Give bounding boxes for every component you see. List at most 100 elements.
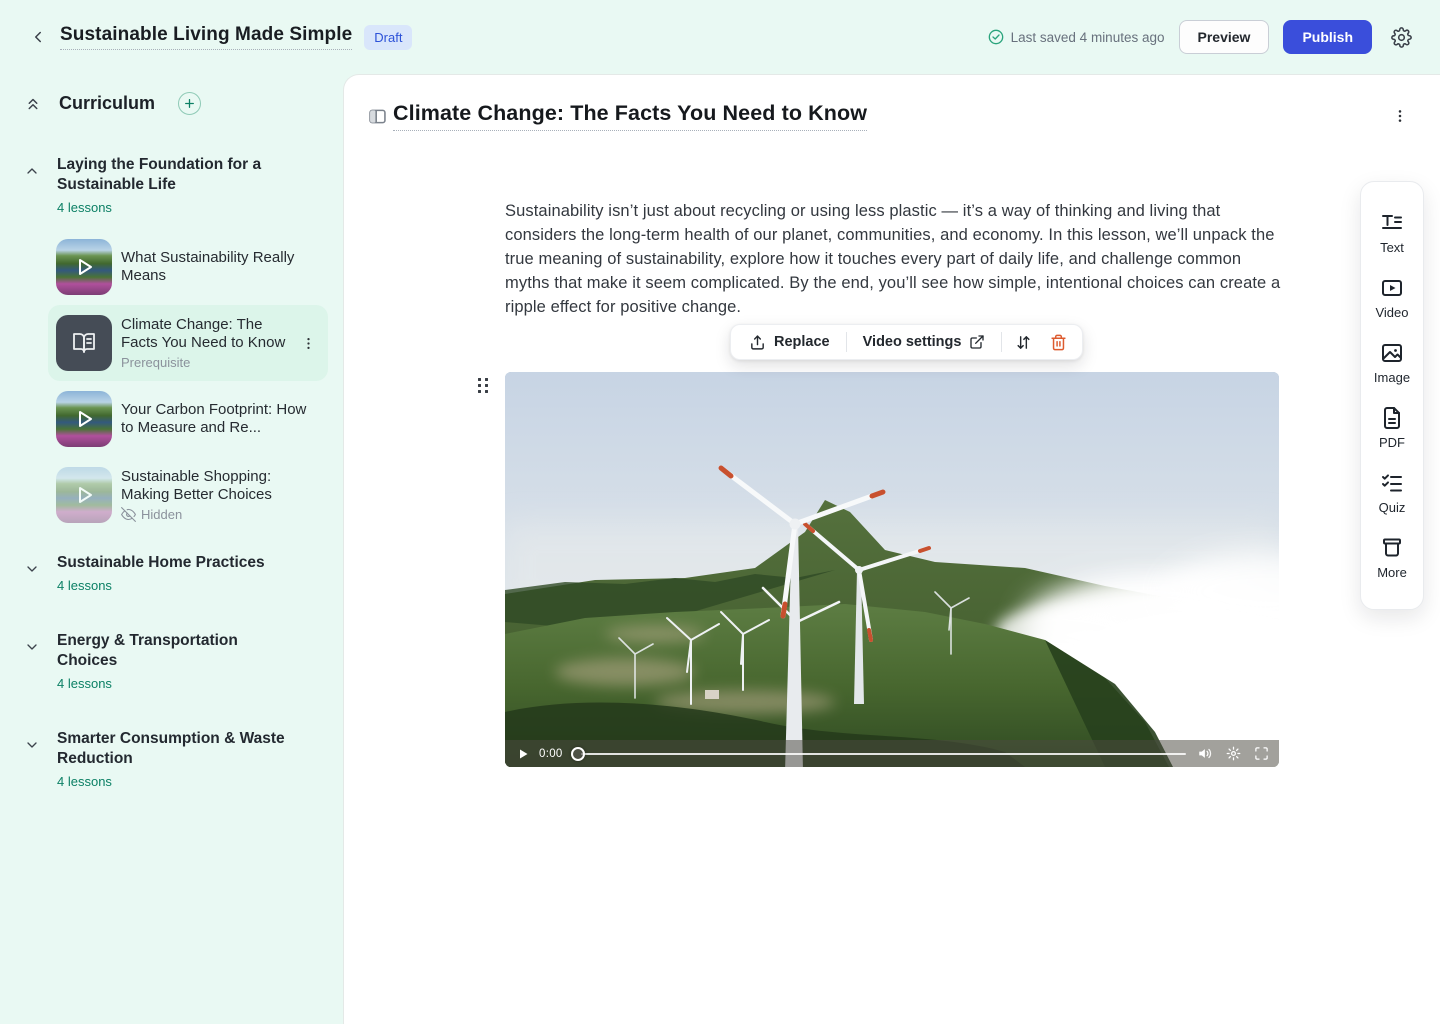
move-block-button[interactable]: [1006, 328, 1041, 357]
section-lesson-count: 4 lessons: [57, 774, 297, 789]
kebab-menu-icon: [1392, 108, 1408, 124]
panel-left-icon: [367, 106, 388, 127]
fullscreen-button[interactable]: [1252, 744, 1271, 763]
seek-bar[interactable]: [571, 747, 1186, 761]
lesson-title: Sustainable Shopping: Making Better Choi…: [121, 468, 320, 504]
toolbar-divider: [846, 332, 847, 352]
topbar: Sustainable Living Made Simple Draft Las…: [0, 0, 1440, 74]
volume-button[interactable]: [1196, 744, 1215, 763]
chevron-down-icon[interactable]: [24, 561, 40, 577]
save-status: Last saved 4 minutes ago: [988, 29, 1165, 45]
eye-off-icon: [121, 507, 136, 522]
quiz-checklist-icon: [1380, 471, 1404, 495]
play-icon: [71, 254, 97, 280]
settings-button[interactable]: [1386, 22, 1416, 52]
section-title: Smarter Consumption & Waste Reduction: [57, 729, 297, 769]
insert-pdf-button[interactable]: PDF: [1379, 406, 1405, 450]
trash-icon: [1050, 334, 1067, 351]
publish-button[interactable]: Publish: [1283, 20, 1372, 54]
fullscreen-icon: [1254, 746, 1269, 761]
video-icon: [1380, 276, 1404, 300]
external-link-icon: [969, 334, 985, 350]
lesson-intro-text[interactable]: Sustainability isn’t just about recyclin…: [505, 199, 1281, 319]
back-button[interactable]: [24, 23, 52, 51]
reading-lesson-tile: [56, 315, 112, 371]
replace-video-button[interactable]: Replace: [737, 328, 842, 357]
section-title: Laying the Foundation for a Sustainable …: [57, 155, 297, 195]
insert-text-button[interactable]: Text: [1380, 211, 1404, 255]
plus-icon: [183, 97, 196, 110]
video-thumbnail: [56, 391, 112, 447]
lesson-options-button[interactable]: [297, 332, 320, 355]
lesson-item-2-selected[interactable]: Climate Change: The Facts You Need to Kn…: [48, 305, 328, 381]
play-icon: [517, 748, 529, 760]
lesson-options-button[interactable]: [1388, 104, 1412, 128]
lesson-page-title[interactable]: Climate Change: The Facts You Need to Kn…: [393, 101, 867, 131]
seek-knob[interactable]: [571, 747, 585, 761]
insert-video-button[interactable]: Video: [1375, 276, 1408, 320]
upload-icon: [749, 334, 766, 351]
video-controls-bar: 0:00: [505, 740, 1279, 767]
course-title[interactable]: Sustainable Living Made Simple: [60, 24, 352, 50]
section-header-4[interactable]: Smarter Consumption & Waste Reduction 4 …: [24, 723, 327, 795]
status-badge: Draft: [364, 25, 412, 50]
lesson-header: Climate Change: The Facts You Need to Kn…: [344, 75, 1440, 131]
chevron-down-icon[interactable]: [24, 639, 40, 655]
video-block-toolbar: Replace Video settings: [730, 324, 1083, 360]
image-icon: [1380, 341, 1404, 365]
lesson-editor-card: Climate Change: The Facts You Need to Kn…: [343, 74, 1440, 1024]
toggle-sidebar-button[interactable]: [363, 102, 391, 130]
kebab-menu-icon: [301, 336, 316, 351]
curriculum-section: Energy & Transportation Choices 4 lesson…: [24, 625, 327, 697]
insert-more-button[interactable]: More: [1377, 536, 1407, 580]
lesson-item-4-hidden[interactable]: Sustainable Shopping: Making Better Choi…: [48, 457, 328, 533]
lesson-item-1[interactable]: What Sustainability Really Means: [48, 229, 328, 305]
chevrons-up-icon: [24, 95, 42, 113]
delete-block-button[interactable]: [1041, 328, 1076, 357]
block-drag-handle[interactable]: [478, 378, 492, 396]
lesson-title: Your Carbon Footprint: How to Measure an…: [121, 401, 320, 437]
save-status-text: Last saved 4 minutes ago: [1011, 30, 1165, 45]
seek-rail: [581, 753, 1186, 755]
section-header-1[interactable]: Laying the Foundation for a Sustainable …: [24, 149, 327, 221]
insert-block-panel: Text Video Image PDF Quiz More: [1360, 181, 1424, 610]
curriculum-section: Smarter Consumption & Waste Reduction 4 …: [24, 723, 327, 795]
topbar-actions: Last saved 4 minutes ago Preview Publish: [988, 20, 1416, 54]
toolbar-divider: [1001, 332, 1002, 352]
lesson-item-3[interactable]: Your Carbon Footprint: How to Measure an…: [48, 381, 328, 457]
gear-icon: [1391, 27, 1412, 48]
video-player[interactable]: 0:00: [505, 372, 1279, 767]
insert-quiz-button[interactable]: Quiz: [1379, 471, 1406, 515]
video-thumbnail: [56, 239, 112, 295]
play-icon: [71, 406, 97, 432]
lesson-meta-hidden: Hidden: [121, 507, 320, 522]
section-lesson-count: 4 lessons: [57, 200, 297, 215]
text-icon: [1380, 211, 1404, 235]
section-header-3[interactable]: Energy & Transportation Choices 4 lesson…: [24, 625, 327, 697]
curriculum-title: Curriculum: [59, 93, 155, 114]
curriculum-header: Curriculum: [24, 92, 327, 115]
video-settings-button[interactable]: Video settings: [851, 328, 998, 356]
add-section-button[interactable]: [178, 92, 201, 115]
player-right-controls: [1196, 744, 1271, 763]
lesson-title: What Sustainability Really Means: [121, 249, 320, 285]
play-button[interactable]: [513, 746, 533, 762]
chevron-down-icon[interactable]: [24, 737, 40, 753]
course-editor-page: Sustainable Living Made Simple Draft Las…: [0, 0, 1440, 1024]
section-header-2[interactable]: Sustainable Home Practices 4 lessons: [24, 547, 327, 599]
current-time: 0:00: [539, 748, 563, 760]
lesson-title: Climate Change: The Facts You Need to Kn…: [121, 316, 288, 352]
curriculum-section: Laying the Foundation for a Sustainable …: [24, 149, 327, 533]
more-blocks-icon: [1380, 536, 1404, 560]
chevron-left-icon: [29, 28, 47, 46]
preview-button[interactable]: Preview: [1179, 20, 1270, 54]
lesson-list: What Sustainability Really Means Climate…: [48, 229, 327, 533]
gear-icon: [1226, 746, 1241, 761]
collapse-all-button[interactable]: [24, 95, 42, 113]
insert-image-button[interactable]: Image: [1374, 341, 1410, 385]
player-settings-button[interactable]: [1224, 744, 1243, 763]
check-circle-icon: [988, 29, 1004, 45]
chevron-up-icon[interactable]: [24, 163, 40, 179]
curriculum-sidebar: Curriculum Laying the Foundation for a S…: [0, 74, 343, 1024]
lesson-meta-prerequisite: Prerequisite: [121, 355, 288, 370]
